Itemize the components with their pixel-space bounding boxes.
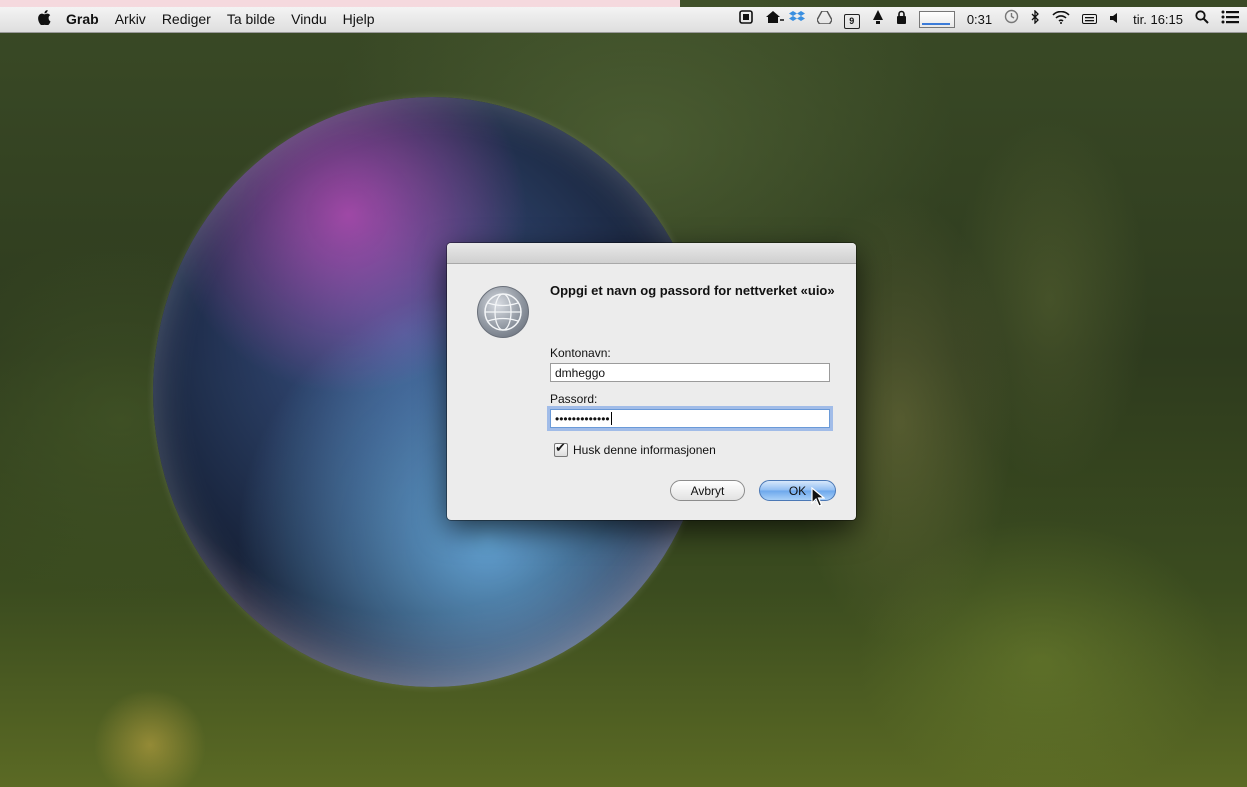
lock-icon[interactable] bbox=[896, 7, 907, 32]
remote-desktop-icon[interactable] bbox=[739, 7, 753, 32]
google-drive-icon[interactable] bbox=[816, 7, 833, 32]
notification-center-icon[interactable] bbox=[1221, 7, 1239, 32]
menu-arkiv[interactable]: Arkiv bbox=[107, 7, 154, 32]
dialog-title: Oppgi et navn og passord for nettverket … bbox=[550, 283, 835, 298]
menu-rediger[interactable]: Rediger bbox=[154, 7, 219, 32]
dialog-titlebar[interactable] bbox=[447, 243, 856, 264]
home-sync-icon[interactable] bbox=[765, 7, 785, 32]
bluetooth-icon[interactable] bbox=[1031, 7, 1040, 32]
network-globe-icon bbox=[477, 286, 529, 338]
account-label: Kontonavn: bbox=[550, 346, 611, 360]
menu-vindu[interactable]: Vindu bbox=[283, 7, 335, 32]
top-strip bbox=[0, 0, 680, 7]
network-login-dialog: Oppgi et navn og passord for nettverket … bbox=[447, 243, 856, 520]
menu-app-grab[interactable]: Grab bbox=[58, 7, 107, 32]
password-value: ••••••••••••• bbox=[555, 412, 610, 426]
activity-graph-icon[interactable] bbox=[918, 11, 955, 28]
apple-menu-icon[interactable] bbox=[30, 10, 58, 29]
volume-icon[interactable] bbox=[1109, 7, 1121, 32]
text-caret bbox=[610, 412, 612, 425]
calendar-day: 9 bbox=[843, 14, 860, 29]
wifi-icon[interactable] bbox=[1052, 7, 1070, 32]
remember-checkbox[interactable] bbox=[554, 440, 568, 457]
notification-icon[interactable] bbox=[872, 7, 884, 32]
dropbox-icon[interactable] bbox=[788, 7, 805, 32]
clock[interactable]: tir. 16:15 bbox=[1133, 7, 1183, 32]
keyboard-icon[interactable] bbox=[1082, 7, 1098, 32]
password-label: Passord: bbox=[550, 392, 598, 406]
menu-bar: Grab Arkiv Rediger Ta bilde Vindu Hjelp … bbox=[0, 7, 1247, 33]
remember-label[interactable]: Husk denne informasjonen bbox=[573, 443, 716, 457]
account-name-input[interactable]: dmheggo bbox=[550, 363, 830, 382]
remember-option[interactable]: Husk denne informasjonen bbox=[554, 440, 716, 457]
password-input[interactable]: ••••••••••••• bbox=[550, 409, 830, 428]
mouse-pointer-icon bbox=[811, 487, 825, 507]
time-machine-icon[interactable] bbox=[1004, 7, 1019, 32]
spotlight-icon[interactable] bbox=[1195, 7, 1209, 32]
menu-hjelp[interactable]: Hjelp bbox=[335, 7, 383, 32]
desktop: Grab Arkiv Rediger Ta bilde Vindu Hjelp … bbox=[0, 0, 1247, 787]
cancel-button[interactable]: Avbryt bbox=[670, 480, 745, 501]
menu-ta-bilde[interactable]: Ta bilde bbox=[219, 7, 283, 32]
calendar-icon[interactable]: 9 bbox=[843, 7, 860, 32]
battery-time[interactable]: 0:31 bbox=[967, 7, 992, 32]
